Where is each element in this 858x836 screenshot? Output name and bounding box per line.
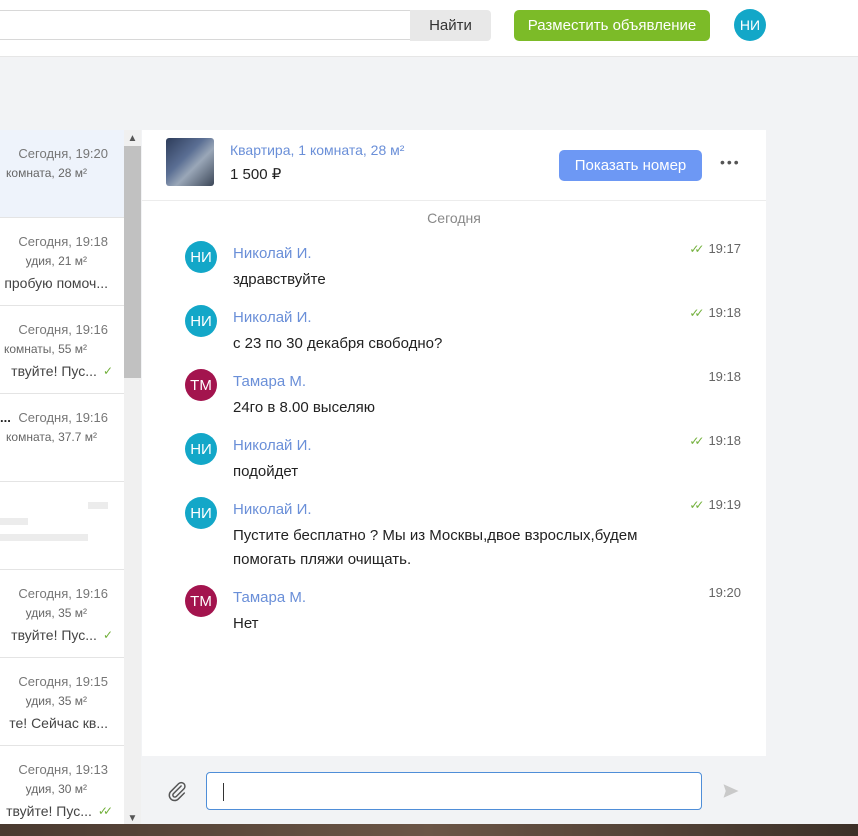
avatar: ТМ: [185, 369, 217, 401]
message-text: 24го в 8.00 выселяю: [233, 399, 376, 416]
conversation-item[interactable]: Сегодня, 19:13 удия, 30 м² твуйте! Пус..…: [0, 746, 124, 826]
avatar: НИ: [185, 497, 217, 529]
conversation-subtitle: удия, 35 м²: [25, 694, 87, 708]
send-icon[interactable]: [722, 782, 740, 800]
message-composer: [142, 756, 766, 826]
message-author[interactable]: Тамара М.: [233, 589, 306, 606]
listing-price: 1 500 ₽: [230, 166, 282, 183]
more-icon[interactable]: •••: [720, 154, 741, 170]
top-bar: Найти Разместить объявление НИ: [0, 0, 858, 57]
skeleton-line: [0, 534, 88, 541]
message-meta: 19:18: [708, 369, 741, 384]
message-author[interactable]: Николай И.: [233, 309, 312, 326]
conversation-subtitle: комнаты, 55 м²: [3, 342, 87, 356]
double-check-icon: ✓✓: [689, 497, 704, 512]
message-author[interactable]: Николай И.: [233, 245, 312, 262]
message-meta: ✓✓ 19:17: [689, 241, 741, 256]
check-icon: ✓: [102, 364, 113, 378]
text-cursor: [223, 783, 224, 801]
conversation-time: Сегодня, 19:16: [18, 586, 108, 601]
search-button[interactable]: Найти: [410, 10, 491, 41]
message-author[interactable]: Николай И.: [233, 501, 312, 518]
message-text: с 23 по 30 декабря свободно?: [233, 335, 443, 352]
message-time: 19:18: [708, 305, 741, 320]
show-phone-button[interactable]: Показать номер: [559, 150, 702, 181]
conversation-subtitle: удия, 21 м²: [25, 254, 87, 268]
avatar: НИ: [185, 305, 217, 337]
message-text: Пустите бесплатно ? Мы из Москвы,двое вз…: [233, 527, 638, 568]
double-check-icon: ✓✓: [689, 241, 704, 256]
conversation-time: Сегодня, 19:16: [18, 322, 108, 337]
conversation-item-loading: [0, 482, 124, 570]
listing-thumbnail[interactable]: [166, 138, 214, 186]
double-check-icon: ✓✓: [97, 804, 113, 818]
conversation-item[interactable]: Сегодня, 19:16 комнаты, 55 м² твуйте! Пу…: [0, 306, 124, 394]
scroll-up-icon[interactable]: ▲: [124, 130, 141, 146]
search-input[interactable]: [0, 10, 410, 40]
conversation-scrollbar[interactable]: ▲ ▼: [124, 130, 141, 826]
desktop-background-strip: [0, 824, 858, 836]
conversation-name: ...: [0, 410, 11, 425]
chat-panel: Квартира, 1 комната, 28 м² 1 500 ₽ Показ…: [142, 130, 766, 826]
conversation-subtitle: удия, 30 м²: [25, 782, 87, 796]
conversation-subtitle: комната, 28 м²: [6, 166, 87, 180]
conversation-time: Сегодня, 19:18: [18, 234, 108, 249]
message-time: 19:18: [708, 369, 741, 384]
double-check-icon: ✓✓: [689, 433, 704, 448]
message-time: 19:19: [708, 497, 741, 512]
conversation-subtitle: комната, 37.7 м²: [6, 430, 97, 444]
message-time: 19:17: [708, 241, 741, 256]
avatar: НИ: [185, 433, 217, 465]
conversation-time: Сегодня, 19:13: [18, 762, 108, 777]
conversation-item[interactable]: Сегодня, 19:18 удия, 21 м² пробую помоч.…: [0, 218, 124, 306]
avatar: НИ: [185, 241, 217, 273]
conversation-item[interactable]: Сегодня, 19:15 удия, 35 м² те! Сейчас кв…: [0, 658, 124, 746]
conversation-subtitle: удия, 35 м²: [25, 606, 87, 620]
skeleton-line: [88, 502, 108, 509]
conversation-item[interactable]: ... Сегодня, 19:16 комната, 37.7 м²: [0, 394, 124, 482]
message-author[interactable]: Тамара М.: [233, 373, 306, 390]
double-check-icon: ✓✓: [689, 305, 704, 320]
conversation-item[interactable]: Сегодня, 19:20 комната, 28 м²: [0, 130, 124, 218]
message-text: подойдет: [233, 463, 299, 480]
check-icon: ✓: [102, 628, 113, 642]
conversation-time: Сегодня, 19:16: [18, 410, 108, 425]
conversation-preview: твуйте! Пус... ✓: [11, 627, 113, 643]
message-meta: ✓✓ 19:18: [689, 433, 741, 448]
message-time: 19:18: [708, 433, 741, 448]
message-author[interactable]: Николай И.: [233, 437, 312, 454]
date-separator: Сегодня: [427, 210, 481, 226]
post-ad-button[interactable]: Разместить объявление: [514, 10, 710, 41]
message-text: здравствуйте: [233, 271, 326, 288]
user-avatar[interactable]: НИ: [734, 9, 766, 41]
conversation-preview: твуйте! Пус... ✓: [11, 363, 113, 379]
conversation-preview: твуйте! Пус... ✓✓: [6, 803, 113, 819]
message-time: 19:20: [708, 585, 741, 600]
skeleton-line: [0, 518, 28, 525]
conversation-item[interactable]: Сегодня, 19:16 удия, 35 м² твуйте! Пус..…: [0, 570, 124, 658]
conversation-preview: пробую помоч...: [4, 275, 108, 291]
conversation-list: Сегодня, 19:20 комната, 28 м² Сегодня, 1…: [0, 130, 124, 826]
attach-icon[interactable]: [166, 780, 188, 802]
conversation-time: Сегодня, 19:15: [18, 674, 108, 689]
avatar: ТМ: [185, 585, 217, 617]
conversation-preview: те! Сейчас кв...: [9, 715, 108, 731]
conversation-time: Сегодня, 19:20: [18, 146, 108, 161]
chat-header: Квартира, 1 комната, 28 м² 1 500 ₽ Показ…: [142, 130, 766, 201]
message-text: Нет: [233, 615, 259, 632]
message-input[interactable]: [206, 772, 702, 810]
message-meta: ✓✓ 19:18: [689, 305, 741, 320]
message-meta: 19:20: [708, 585, 741, 600]
message-meta: ✓✓ 19:19: [689, 497, 741, 512]
scroll-thumb[interactable]: [124, 146, 141, 378]
listing-title[interactable]: Квартира, 1 комната, 28 м²: [230, 142, 404, 158]
